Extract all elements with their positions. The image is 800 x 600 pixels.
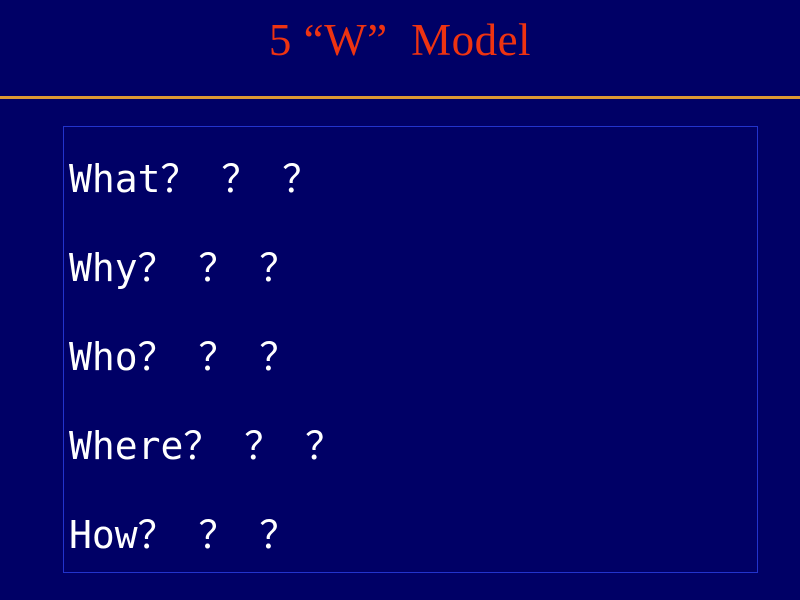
list-item: Why？ ？ ？: [69, 246, 298, 290]
list-item: How？ ？ ？: [69, 513, 298, 557]
page-title: 5 “W” Model: [268, 15, 532, 65]
list-item: Where？ ？ ？: [69, 424, 344, 468]
title-divider-rule: [0, 96, 800, 99]
content-box: What？ ？ ？ Why？ ？ ？ Who？ ？ ？ Where？ ？ ？ H…: [63, 126, 758, 573]
list-item: What？ ？ ？: [69, 157, 321, 201]
presentation-slide: 5 “W” Model What？ ？ ？ Why？ ？ ？ Who？ ？ ？ …: [0, 0, 800, 600]
list-item: Who？ ？ ？: [69, 335, 298, 379]
question-list: What？ ？ ？ Why？ ？ ？ Who？ ？ ？ Where？ ？ ？ H…: [69, 135, 757, 572]
